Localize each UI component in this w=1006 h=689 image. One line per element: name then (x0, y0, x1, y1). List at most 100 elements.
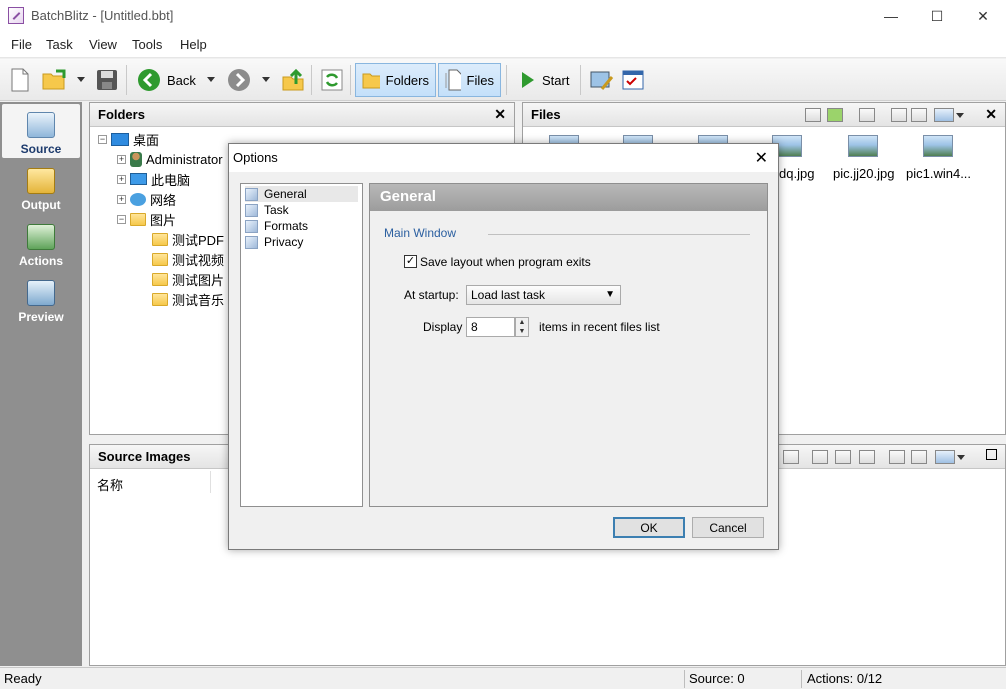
recent-files-input[interactable]: 8 (466, 317, 515, 337)
back-button[interactable]: Back (131, 63, 202, 97)
tree-item-administrator[interactable]: + Administrator (117, 149, 223, 169)
expand-icon[interactable]: + (117, 194, 126, 204)
remove-image-icon[interactable] (783, 450, 799, 464)
spin-down-icon[interactable]: ▼ (516, 327, 528, 336)
tree-item-test-video[interactable]: 测试视频 (152, 249, 224, 269)
zoom-icon[interactable] (911, 108, 927, 122)
tree-item-this-pc[interactable]: + 此电脑 (117, 169, 190, 189)
forward-button[interactable] (221, 63, 257, 97)
start-button[interactable]: Start (512, 63, 575, 97)
menu-bar: File Task View Tools Help (0, 32, 1006, 58)
menu-view[interactable]: View (89, 37, 117, 52)
startup-select-value: Load last task (471, 288, 546, 302)
tree-label: 此电脑 (151, 172, 191, 188)
dialog-close-button[interactable]: ✕ (755, 148, 768, 168)
tree-item-test-music[interactable]: 测试音乐 (152, 289, 224, 309)
tree-label: 测试视频 (172, 252, 225, 268)
menu-file[interactable]: File (11, 37, 32, 52)
maximize-button[interactable]: ☐ (914, 0, 960, 32)
image-view-mode-icon[interactable] (935, 450, 955, 464)
menu-tools[interactable]: Tools (132, 37, 162, 52)
zoom-image-icon[interactable] (911, 450, 927, 464)
file-thumbnail[interactable] (923, 135, 953, 157)
settings-pane-title: General (370, 184, 767, 211)
tree-item-network[interactable]: + 网络 (117, 189, 176, 209)
checklist-button[interactable] (616, 63, 652, 97)
edit-image-icon[interactable] (889, 450, 905, 464)
new-button[interactable] (4, 63, 36, 97)
remove-icon[interactable] (805, 108, 821, 122)
save-button[interactable] (90, 63, 124, 97)
open-dropdown-icon[interactable] (77, 77, 85, 82)
image-edit-icon (590, 71, 614, 90)
status-bar: Ready Source: 0 Actions: 0/12 (0, 667, 1006, 689)
close-button[interactable]: ✕ (960, 0, 1006, 32)
settings-pane: General Main Window ✓ Save layout when p… (369, 183, 768, 507)
category-task[interactable]: Task (245, 202, 289, 218)
sort-icon[interactable] (812, 450, 828, 464)
category-formats[interactable]: Formats (245, 218, 308, 234)
open-button[interactable] (36, 63, 74, 97)
menu-help[interactable]: Help (180, 37, 207, 52)
collapse-icon[interactable]: − (117, 214, 126, 224)
tree-label: 桌面 (133, 132, 160, 148)
expand-icon[interactable]: + (117, 154, 126, 164)
startup-label: At startup: (404, 288, 459, 302)
startup-select[interactable]: Load last task ▼ (466, 285, 621, 305)
nav-source[interactable]: Source (2, 104, 80, 158)
minimize-button[interactable]: — (868, 0, 914, 32)
save-layout-label[interactable]: Save layout when program exits (420, 255, 591, 269)
tree-item-test-images[interactable]: 测试图片 (152, 269, 224, 289)
folder-icon (152, 252, 168, 266)
maximize-panel-icon[interactable] (986, 449, 997, 460)
list-view-icon[interactable] (859, 108, 875, 122)
nav-output[interactable]: Output (2, 160, 80, 214)
files-panel-header: Files ✕ (523, 103, 1005, 127)
tree-item-pictures[interactable]: − 图片 (117, 209, 176, 229)
refresh-button[interactable] (315, 63, 349, 97)
file-thumbnail[interactable] (848, 135, 878, 157)
view-mode-dropdown-icon[interactable] (956, 113, 964, 118)
forward-dropdown-icon[interactable] (262, 77, 270, 82)
recent-files-suffix: items in recent files list (539, 320, 660, 334)
save-disk-icon (97, 70, 117, 90)
nav-actions[interactable]: Actions (2, 216, 80, 270)
edit-icon[interactable] (891, 108, 907, 122)
nav-preview[interactable]: Preview (2, 272, 80, 326)
back-dropdown-icon[interactable] (207, 77, 215, 82)
recent-files-spinner[interactable]: ▲ ▼ (515, 317, 529, 337)
cancel-button[interactable]: Cancel (692, 517, 764, 538)
status-text: Ready (4, 671, 42, 686)
folder-icon (152, 232, 168, 246)
view-mode-icon[interactable] (934, 108, 954, 122)
files-toggle-button[interactable]: Files (438, 63, 501, 97)
save-layout-checkbox[interactable]: ✓ (404, 255, 417, 268)
file-name[interactable]: pic.jj20.jpg (833, 166, 894, 181)
new-document-icon (11, 68, 29, 92)
column-header-name[interactable]: 名称 (97, 475, 123, 494)
source-images-title: Source Images (98, 449, 191, 464)
edit-action-button[interactable] (584, 63, 620, 97)
files-panel-close-icon[interactable]: ✕ (985, 106, 997, 123)
details-icon[interactable] (859, 450, 875, 464)
menu-task[interactable]: Task (46, 37, 73, 52)
file-name[interactable]: dq.jpg (779, 166, 814, 181)
ok-button[interactable]: OK (613, 517, 685, 538)
add-icon[interactable] (827, 108, 843, 122)
list-icon[interactable] (835, 450, 851, 464)
folders-panel-close-icon[interactable]: ✕ (494, 106, 506, 123)
category-general[interactable]: General (245, 186, 358, 202)
up-folder-button[interactable] (275, 63, 311, 97)
folder-icon (152, 272, 168, 286)
tree-item-test-pdf[interactable]: 测试PDF (152, 229, 224, 249)
category-privacy[interactable]: Privacy (245, 234, 303, 250)
folders-toggle-button[interactable]: Folders (355, 63, 436, 97)
collapse-icon[interactable]: − (98, 134, 107, 144)
expand-icon[interactable]: + (117, 174, 126, 184)
image-view-dropdown-icon[interactable] (957, 455, 965, 460)
spin-up-icon[interactable]: ▲ (516, 318, 528, 327)
column-divider[interactable] (210, 471, 211, 493)
file-name[interactable]: pic1.win4... (906, 166, 971, 181)
tree-item-desktop[interactable]: − 桌面 (98, 129, 159, 149)
open-folder-icon (42, 69, 66, 90)
